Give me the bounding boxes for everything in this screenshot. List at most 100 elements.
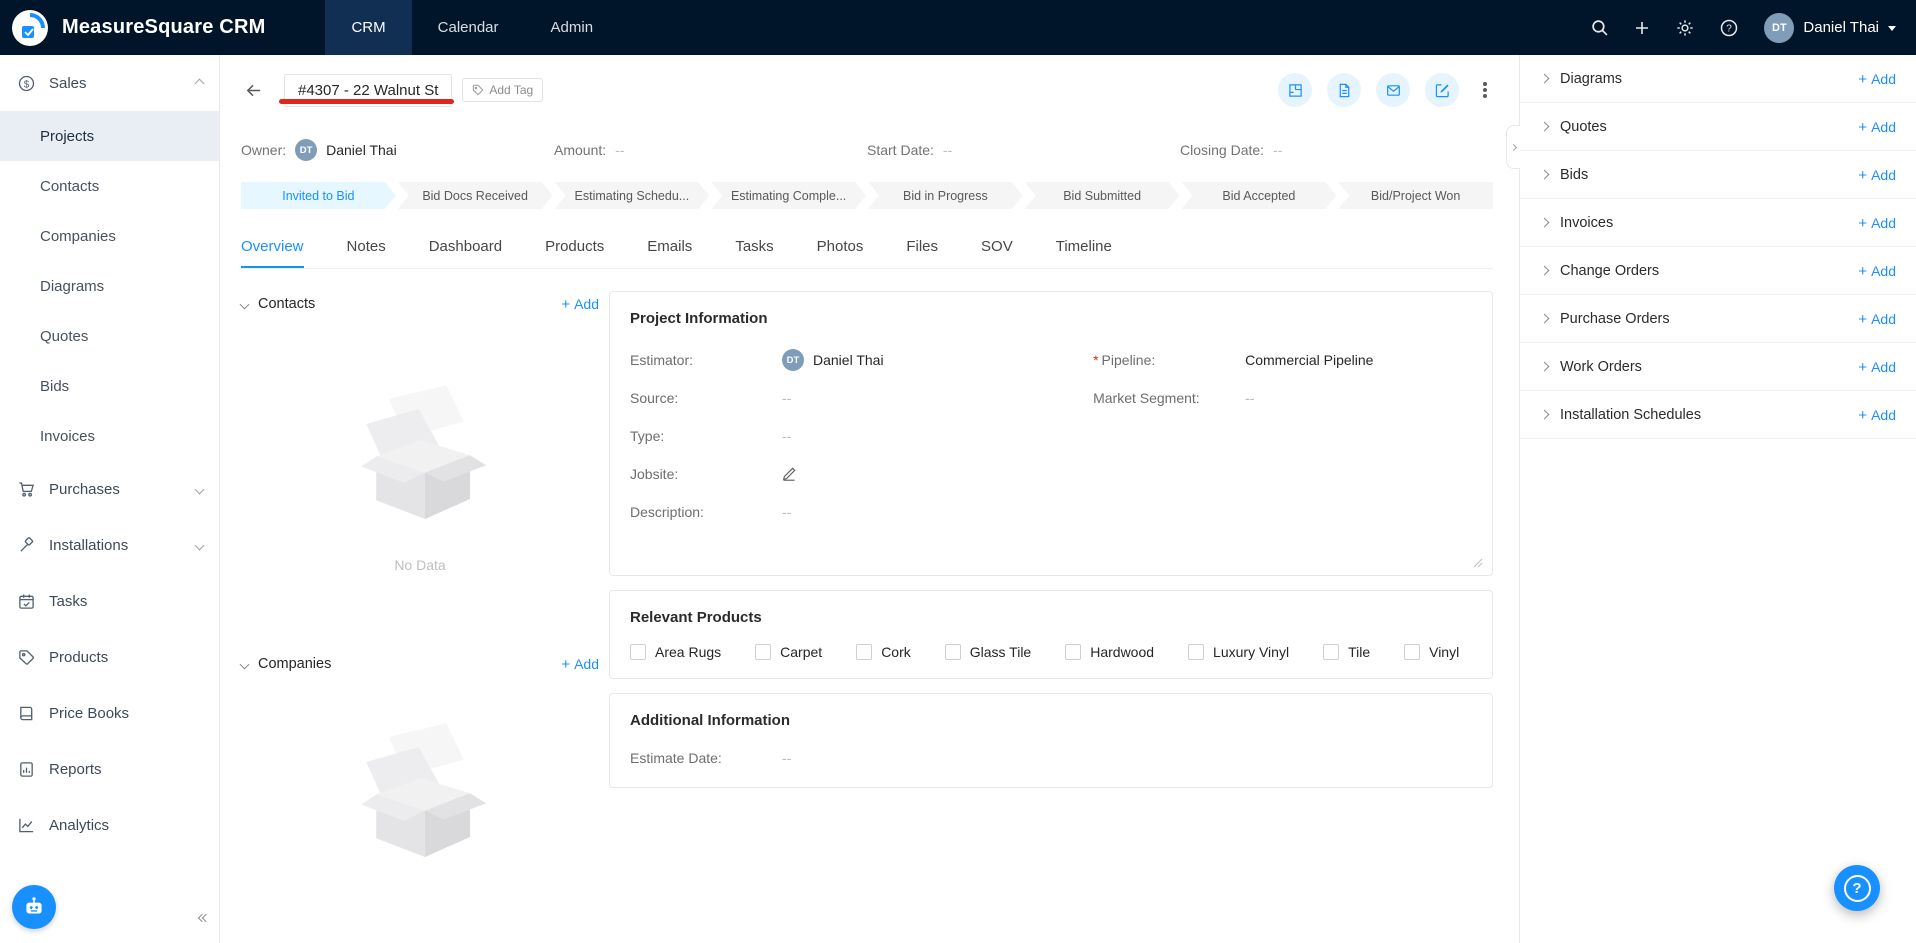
floorplan-button[interactable]: [1278, 73, 1312, 107]
checkbox-tile[interactable]: Tile: [1323, 644, 1370, 660]
add-diagram-button[interactable]: Add: [1858, 71, 1896, 87]
pipeline-stage-estimating-scheduled[interactable]: Estimating Schedu...: [555, 182, 710, 209]
checkbox[interactable]: [755, 644, 772, 660]
add-work-order-button[interactable]: Add: [1858, 359, 1896, 375]
tab-notes[interactable]: Notes: [347, 227, 386, 268]
collapse-sidebar-button[interactable]: [197, 913, 211, 923]
add-tag-button[interactable]: Add Tag: [462, 78, 544, 102]
related-section-purchase-orders[interactable]: Purchase Orders Add: [1520, 295, 1916, 343]
closing-date-value[interactable]: --: [1273, 142, 1282, 158]
pipeline-stage-bid-docs-received[interactable]: Bid Docs Received: [398, 182, 553, 209]
sidebar-item-contacts[interactable]: Contacts: [0, 161, 219, 211]
back-button[interactable]: [241, 78, 266, 103]
chevron-down-icon[interactable]: [239, 299, 250, 309]
estimate-date-value[interactable]: --: [782, 750, 791, 766]
sidebar-item-analytics[interactable]: Analytics: [0, 797, 219, 853]
sidebar-item-price-books[interactable]: Price Books: [0, 685, 219, 741]
sidebar-item-bids[interactable]: Bids: [0, 361, 219, 411]
jobsite-edit-button[interactable]: [782, 467, 796, 481]
tab-products[interactable]: Products: [545, 227, 604, 268]
related-section-change-orders[interactable]: Change Orders Add: [1520, 247, 1916, 295]
sidebar-item-projects[interactable]: Projects: [0, 111, 219, 161]
description-value[interactable]: --: [782, 504, 791, 520]
nav-item-admin[interactable]: Admin: [525, 0, 620, 55]
pipeline-value[interactable]: Commercial Pipeline: [1245, 352, 1373, 368]
community-button[interactable]: [12, 885, 56, 929]
checkbox-hardwood[interactable]: Hardwood: [1065, 644, 1154, 660]
chevron-down-icon[interactable]: [239, 659, 250, 669]
add-installation-schedule-button[interactable]: Add: [1858, 407, 1896, 423]
add-change-order-button[interactable]: Add: [1858, 263, 1896, 279]
chevron-right-icon[interactable]: [1539, 265, 1550, 276]
more-actions-button[interactable]: [1483, 88, 1487, 92]
nav-item-crm[interactable]: CRM: [325, 0, 412, 55]
email-button[interactable]: [1376, 73, 1410, 107]
related-section-work-orders[interactable]: Work Orders Add: [1520, 343, 1916, 391]
type-value[interactable]: --: [782, 428, 791, 444]
pipeline-stage-estimating-completed[interactable]: Estimating Comple...: [711, 182, 866, 209]
chevron-right-icon[interactable]: [1539, 361, 1550, 372]
sidebar-item-sales[interactable]: $ Sales: [0, 55, 219, 111]
sidebar-item-companies[interactable]: Companies: [0, 211, 219, 261]
document-button[interactable]: [1327, 73, 1361, 107]
related-section-diagrams[interactable]: Diagrams Add: [1520, 55, 1916, 103]
chevron-right-icon[interactable]: [1539, 121, 1550, 132]
market-segment-value[interactable]: --: [1245, 390, 1254, 406]
resize-handle[interactable]: [1473, 558, 1483, 568]
chevron-right-icon[interactable]: [1539, 169, 1550, 180]
checkbox-carpet[interactable]: Carpet: [755, 644, 822, 660]
help-fab-button[interactable]: [1834, 865, 1880, 911]
related-section-installation-schedules[interactable]: Installation Schedules Add: [1520, 391, 1916, 439]
collapse-panel-handle[interactable]: [1506, 125, 1520, 169]
chevron-right-icon[interactable]: [1539, 73, 1550, 84]
start-date-value[interactable]: --: [943, 142, 952, 158]
related-section-invoices[interactable]: Invoices Add: [1520, 199, 1916, 247]
add-purchase-order-button[interactable]: Add: [1858, 311, 1896, 327]
checkbox[interactable]: [856, 644, 873, 660]
checkbox-luxury-vinyl[interactable]: Luxury Vinyl: [1188, 644, 1289, 660]
sidebar-item-tasks[interactable]: Tasks: [0, 573, 219, 629]
add-bid-button[interactable]: Add: [1858, 167, 1896, 183]
checkbox[interactable]: [1404, 644, 1421, 660]
checkbox-glass-tile[interactable]: Glass Tile: [944, 644, 1031, 660]
sidebar-item-invoices[interactable]: Invoices: [0, 411, 219, 461]
search-icon[interactable]: [1591, 19, 1608, 36]
user-menu[interactable]: DT Daniel Thai: [1764, 12, 1896, 43]
estimator-value[interactable]: Daniel Thai: [813, 352, 884, 368]
pipeline-stage-invited-to-bid[interactable]: Invited to Bid: [241, 182, 396, 209]
quick-add-icon[interactable]: [1634, 20, 1650, 36]
source-value[interactable]: --: [782, 390, 791, 406]
chevron-right-icon[interactable]: [1539, 217, 1550, 228]
gear-icon[interactable]: [1676, 19, 1694, 37]
owner-value[interactable]: Daniel Thai: [326, 142, 397, 158]
add-company-button[interactable]: Add: [561, 656, 599, 672]
sidebar-item-diagrams[interactable]: Diagrams: [0, 261, 219, 311]
amount-value[interactable]: --: [615, 142, 624, 158]
help-icon[interactable]: ?: [1720, 19, 1738, 37]
checkbox-cork[interactable]: Cork: [856, 644, 911, 660]
edit-button[interactable]: [1425, 73, 1459, 107]
tab-timeline[interactable]: Timeline: [1056, 227, 1112, 268]
checkbox-vinyl[interactable]: Vinyl: [1404, 644, 1459, 660]
chevron-right-icon[interactable]: [1539, 313, 1550, 324]
sidebar-item-quotes[interactable]: Quotes: [0, 311, 219, 361]
tab-overview[interactable]: Overview: [241, 227, 304, 268]
tab-photos[interactable]: Photos: [817, 227, 864, 268]
pipeline-stage-bid-in-progress[interactable]: Bid in Progress: [868, 182, 1023, 209]
checkbox[interactable]: [1188, 644, 1205, 660]
add-contact-button[interactable]: Add: [561, 296, 599, 312]
tab-sov[interactable]: SOV: [981, 227, 1013, 268]
tab-dashboard[interactable]: Dashboard: [429, 227, 502, 268]
sidebar-item-products[interactable]: Products: [0, 629, 219, 685]
related-section-quotes[interactable]: Quotes Add: [1520, 103, 1916, 151]
checkbox[interactable]: [1065, 644, 1082, 660]
sidebar-item-reports[interactable]: Reports: [0, 741, 219, 797]
pipeline-stage-bid-submitted[interactable]: Bid Submitted: [1025, 182, 1180, 209]
checkbox[interactable]: [630, 644, 646, 660]
tab-tasks[interactable]: Tasks: [735, 227, 773, 268]
add-invoice-button[interactable]: Add: [1858, 215, 1896, 231]
nav-item-calendar[interactable]: Calendar: [412, 0, 525, 55]
chevron-right-icon[interactable]: [1539, 409, 1550, 420]
checkbox[interactable]: [1323, 644, 1340, 660]
checkbox[interactable]: [944, 644, 961, 660]
